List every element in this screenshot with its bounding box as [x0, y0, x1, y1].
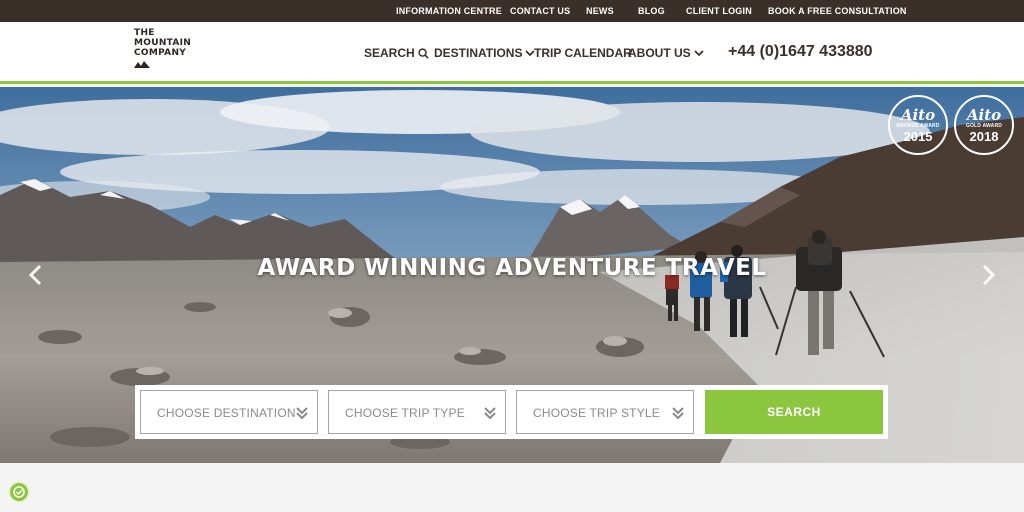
destination-select-label: CHOOSE DESTINATION — [157, 406, 296, 420]
search-icon — [418, 47, 429, 59]
badge-year: 2015 — [903, 128, 933, 144]
aito-gold-award-badge: Aito GOLD AWARD 2018 — [954, 95, 1014, 155]
trip-search-panel: CHOOSE DESTINATION CHOOSE TRIP TYPE CHOO… — [135, 385, 888, 439]
double-chevron-down-icon — [484, 407, 496, 420]
link-news[interactable]: NEWS — [586, 6, 614, 16]
trip-style-select[interactable]: CHOOSE TRIP STYLE — [516, 390, 694, 434]
nav-trip-calendar[interactable]: TRIP CALENDAR — [534, 46, 632, 60]
aito-bronze-award-badge: Aito BRONZE AWARD 2015 — [888, 95, 948, 155]
link-client-login[interactable]: CLIENT LOGIN — [686, 6, 752, 16]
trip-type-select-label: CHOOSE TRIP TYPE — [345, 406, 465, 420]
trip-type-select[interactable]: CHOOSE TRIP TYPE — [328, 390, 506, 434]
cookie-settings-icon — [13, 486, 25, 498]
trip-style-select-label: CHOOSE TRIP STYLE — [533, 406, 660, 420]
logo-line: THE — [134, 28, 155, 38]
badge-logo: Aito — [966, 105, 1002, 124]
nav-search-label: SEARCH — [364, 46, 415, 60]
hero-banner: Aito BRONZE AWARD 2015 Aito GOLD AWARD 2… — [0, 87, 1024, 463]
badge-year: 2018 — [969, 128, 999, 144]
link-information-centre[interactable]: INFORMATION CENTRE — [396, 6, 502, 16]
phone-number[interactable]: +44 (0)1647 433880 — [728, 43, 873, 61]
link-contact-us[interactable]: CONTACT US — [510, 6, 570, 16]
nav-destinations-label: DESTINATIONS — [434, 46, 523, 60]
main-header: THE MOUNTAIN COMPANY SEARCH DESTINATIONS… — [0, 22, 1024, 84]
carousel-next-icon[interactable] — [978, 263, 998, 287]
carousel-prev-icon[interactable] — [26, 263, 46, 287]
link-blog[interactable]: BLOG — [638, 6, 665, 16]
nav-about-us[interactable]: ABOUT US — [628, 46, 704, 60]
logo-line: MOUNTAIN — [134, 38, 192, 48]
mountain-icon — [134, 61, 150, 68]
link-book-consultation[interactable]: BOOK A FREE CONSULTATION — [768, 6, 907, 16]
badge-logo: Aito — [900, 105, 936, 124]
search-button[interactable]: SEARCH — [705, 390, 883, 434]
double-chevron-down-icon — [672, 407, 684, 420]
site-logo[interactable]: THE MOUNTAIN COMPANY — [134, 28, 194, 68]
page-content-area — [0, 463, 1024, 512]
destination-select[interactable]: CHOOSE DESTINATION — [140, 390, 318, 434]
nav-trip-calendar-label: TRIP CALENDAR — [534, 46, 632, 60]
double-chevron-down-icon — [296, 407, 308, 420]
top-utility-bar: INFORMATION CENTRE CONTACT US NEWS BLOG … — [0, 0, 1024, 22]
chevron-down-icon — [694, 50, 704, 57]
logo-line: COMPANY — [134, 48, 187, 58]
cookie-consent-button[interactable] — [8, 481, 30, 503]
hero-title: AWARD WINNING ADVENTURE TRAVEL — [257, 255, 767, 281]
nav-destinations[interactable]: DESTINATIONS — [434, 46, 536, 60]
nav-search[interactable]: SEARCH — [364, 46, 429, 60]
nav-about-us-label: ABOUT US — [628, 46, 691, 60]
